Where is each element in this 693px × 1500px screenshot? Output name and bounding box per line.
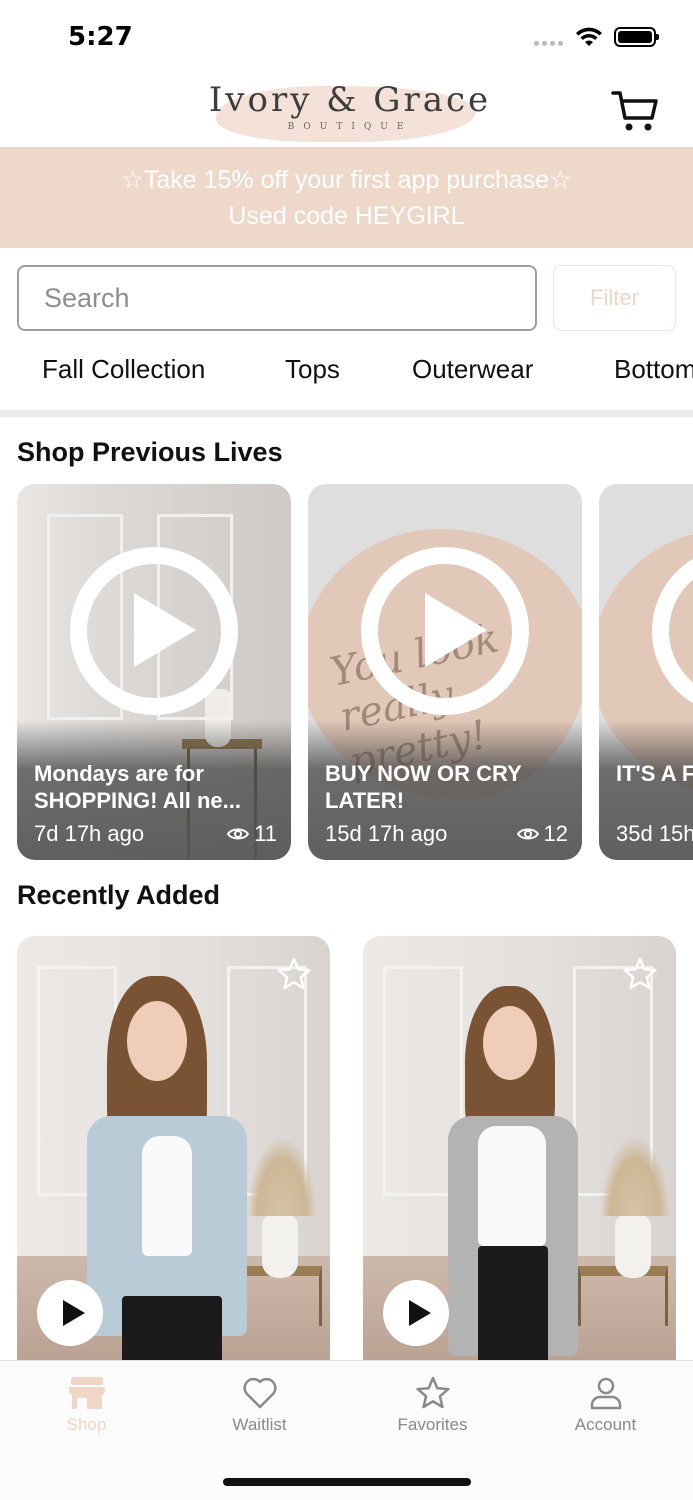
live-view-count: 11 bbox=[254, 821, 277, 846]
brand-logo[interactable]: Ivory & Grace BOUTIQUE bbox=[150, 78, 550, 142]
logo-name: Ivory & Grace bbox=[208, 80, 492, 120]
favorite-star-icon[interactable] bbox=[276, 956, 312, 992]
status-bar: 5:27 bbox=[0, 0, 693, 72]
live-view-count: 12 bbox=[543, 821, 568, 846]
heart-icon bbox=[242, 1377, 277, 1409]
promo-line-2: Used code HEYGIRL bbox=[228, 202, 465, 230]
eye-icon bbox=[516, 828, 539, 840]
recent-products bbox=[0, 936, 693, 1360]
live-title: Mondays are for SHOPPING! All ne... bbox=[34, 761, 241, 813]
live-time: 15d 17h ago bbox=[325, 821, 448, 846]
live-views: 12 bbox=[516, 821, 568, 847]
recent-section-title: Recently Added bbox=[17, 880, 221, 910]
product-photo bbox=[443, 976, 583, 1360]
filter-button[interactable]: Filter bbox=[553, 265, 676, 331]
promo-line-1: ☆Take 15% off your first app purchase☆ bbox=[121, 166, 572, 194]
store-icon bbox=[68, 1377, 105, 1409]
favorite-star-icon[interactable] bbox=[622, 956, 658, 992]
live-card[interactable]: Mondays are for SHOPPING! All ne... 7d 1… bbox=[17, 484, 291, 860]
play-icon bbox=[134, 593, 196, 667]
play-icon bbox=[425, 593, 487, 667]
tab-label: Shop bbox=[66, 1415, 107, 1434]
wifi-icon bbox=[576, 27, 602, 46]
product-photo bbox=[77, 966, 257, 1360]
tab-label: Waitlist bbox=[232, 1415, 287, 1434]
section-divider bbox=[0, 410, 693, 417]
play-video-button[interactable] bbox=[383, 1280, 449, 1346]
cart-icon[interactable] bbox=[610, 88, 660, 134]
eye-icon bbox=[227, 828, 250, 840]
lives-section-title: Shop Previous Lives bbox=[17, 437, 283, 467]
play-icon bbox=[409, 1300, 431, 1326]
tab-label: Favorites bbox=[397, 1415, 468, 1434]
logo-subtitle: BOUTIQUE bbox=[287, 122, 413, 132]
promo-banner[interactable]: ☆Take 15% off your first app purchase☆ U… bbox=[0, 148, 693, 248]
tab-account[interactable]: Account bbox=[519, 1375, 692, 1435]
app-header: Ivory & Grace BOUTIQUE bbox=[0, 72, 693, 148]
live-card[interactable]: You look really pretty! BUY NOW OR CRY L… bbox=[308, 484, 582, 860]
tab-waitlist[interactable]: Waitlist bbox=[173, 1375, 346, 1435]
signal-icon bbox=[534, 41, 563, 46]
live-title: IT'S A F Sale wi bbox=[616, 761, 693, 786]
tab-favorites[interactable]: Favorites bbox=[346, 1375, 519, 1435]
search-row: Filter bbox=[0, 264, 693, 332]
category-tab-outerwear[interactable]: Outerwear bbox=[412, 354, 533, 385]
play-video-button[interactable] bbox=[37, 1280, 103, 1346]
person-icon bbox=[590, 1377, 621, 1410]
live-time: 7d 17h ago bbox=[34, 821, 145, 846]
search-input[interactable] bbox=[17, 265, 537, 331]
live-card[interactable]: IT'S A F Sale wi 35d 15h bbox=[599, 484, 693, 860]
tab-shop[interactable]: Shop bbox=[0, 1375, 173, 1435]
battery-icon bbox=[614, 27, 659, 47]
lives-carousel: Mondays are for SHOPPING! All ne... 7d 1… bbox=[0, 484, 693, 860]
category-tab-bottoms[interactable]: Bottoms bbox=[614, 354, 693, 385]
live-views: 11 bbox=[227, 821, 277, 847]
product-card[interactable] bbox=[17, 936, 330, 1360]
status-time: 5:27 bbox=[68, 22, 133, 52]
category-tabs: Fall Collection Tops Outerwear Bottoms bbox=[0, 346, 693, 406]
live-time: 35d 15h bbox=[616, 821, 693, 846]
tab-label: Account bbox=[574, 1415, 637, 1434]
product-card[interactable] bbox=[363, 936, 676, 1360]
live-title: BUY NOW OR CRY LATER! bbox=[325, 761, 522, 813]
category-tab-tops[interactable]: Tops bbox=[285, 354, 340, 385]
play-icon bbox=[63, 1300, 85, 1326]
category-tab-fall-collection[interactable]: Fall Collection bbox=[42, 354, 205, 385]
home-indicator bbox=[223, 1478, 471, 1486]
star-icon bbox=[415, 1376, 450, 1409]
